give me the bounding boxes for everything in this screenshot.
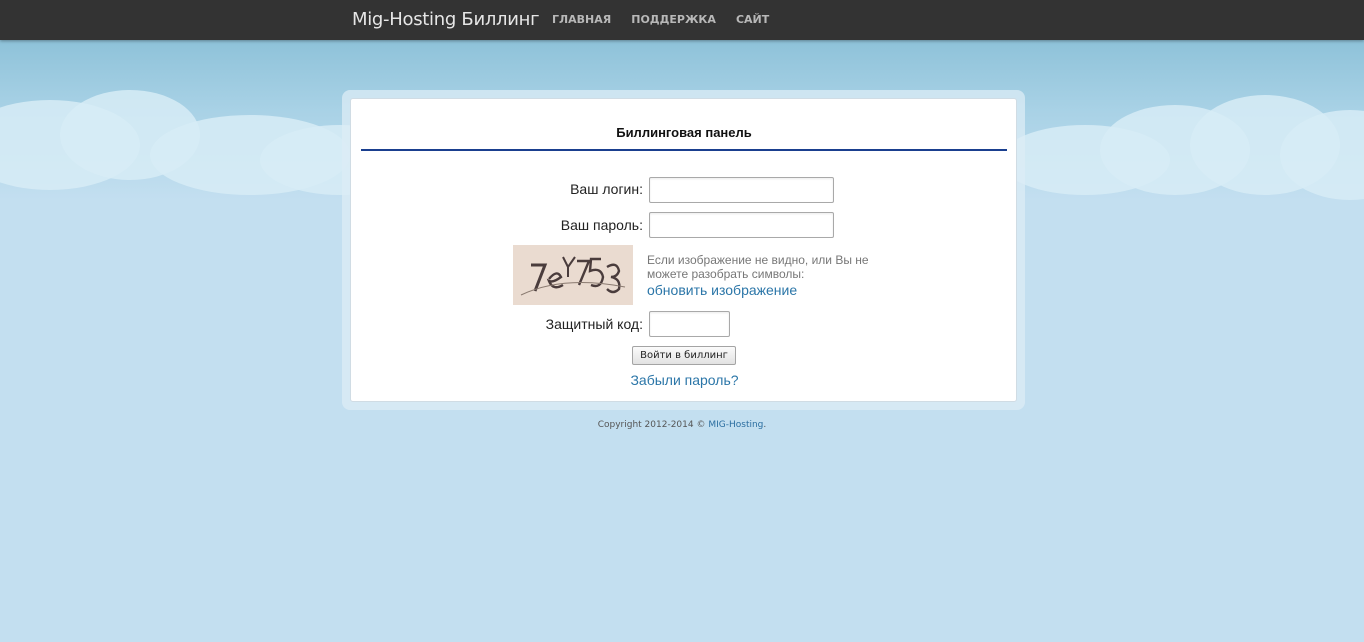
footer-copyright: Copyright 2012-2014 ©: [597, 420, 709, 430]
captcha-refresh-link[interactable]: обновить изображение: [647, 282, 797, 298]
nav-link-support[interactable]: ПОДДЕРЖКА: [631, 13, 716, 26]
forgot-password-link[interactable]: Забыли пароль?: [351, 372, 1018, 388]
login-panel-frame: Биллинговая панель Ваш логин: Ваш пароль…: [342, 90, 1025, 410]
captcha-hint: Если изображение не видно, или Вы не мож…: [647, 253, 869, 281]
main-nav: ГЛАВНАЯ ПОДДЕРЖКА САЙТ: [552, 13, 769, 26]
footer: Copyright 2012-2014 © MIG-Hosting.: [0, 420, 1364, 430]
login-panel: Биллинговая панель Ваш логин: Ваш пароль…: [350, 98, 1017, 402]
captcha-glyphs: [520, 256, 626, 296]
nav-link-home[interactable]: ГЛАВНАЯ: [552, 13, 611, 26]
login-input[interactable]: [649, 177, 834, 203]
password-label: Ваш пароль:: [560, 217, 643, 233]
panel-divider: [361, 149, 1007, 151]
login-label: Ваш логин:: [570, 181, 643, 197]
password-input[interactable]: [649, 212, 834, 238]
panel-title: Биллинговая панель: [616, 125, 752, 140]
security-code-input[interactable]: [649, 311, 730, 337]
top-navbar: Mig-Hosting Биллинг ГЛАВНАЯ ПОДДЕРЖКА СА…: [0, 0, 1364, 40]
brand-logo-link[interactable]: Mig-Hosting Биллинг: [352, 9, 540, 30]
nav-link-site[interactable]: САЙТ: [736, 13, 769, 26]
security-code-label: Защитный код:: [545, 316, 643, 332]
footer-suffix: .: [763, 420, 767, 430]
footer-company-link[interactable]: MIG-Hosting: [708, 420, 763, 430]
captcha-image: [513, 245, 633, 305]
login-submit-button[interactable]: Войти в биллинг: [632, 346, 736, 365]
